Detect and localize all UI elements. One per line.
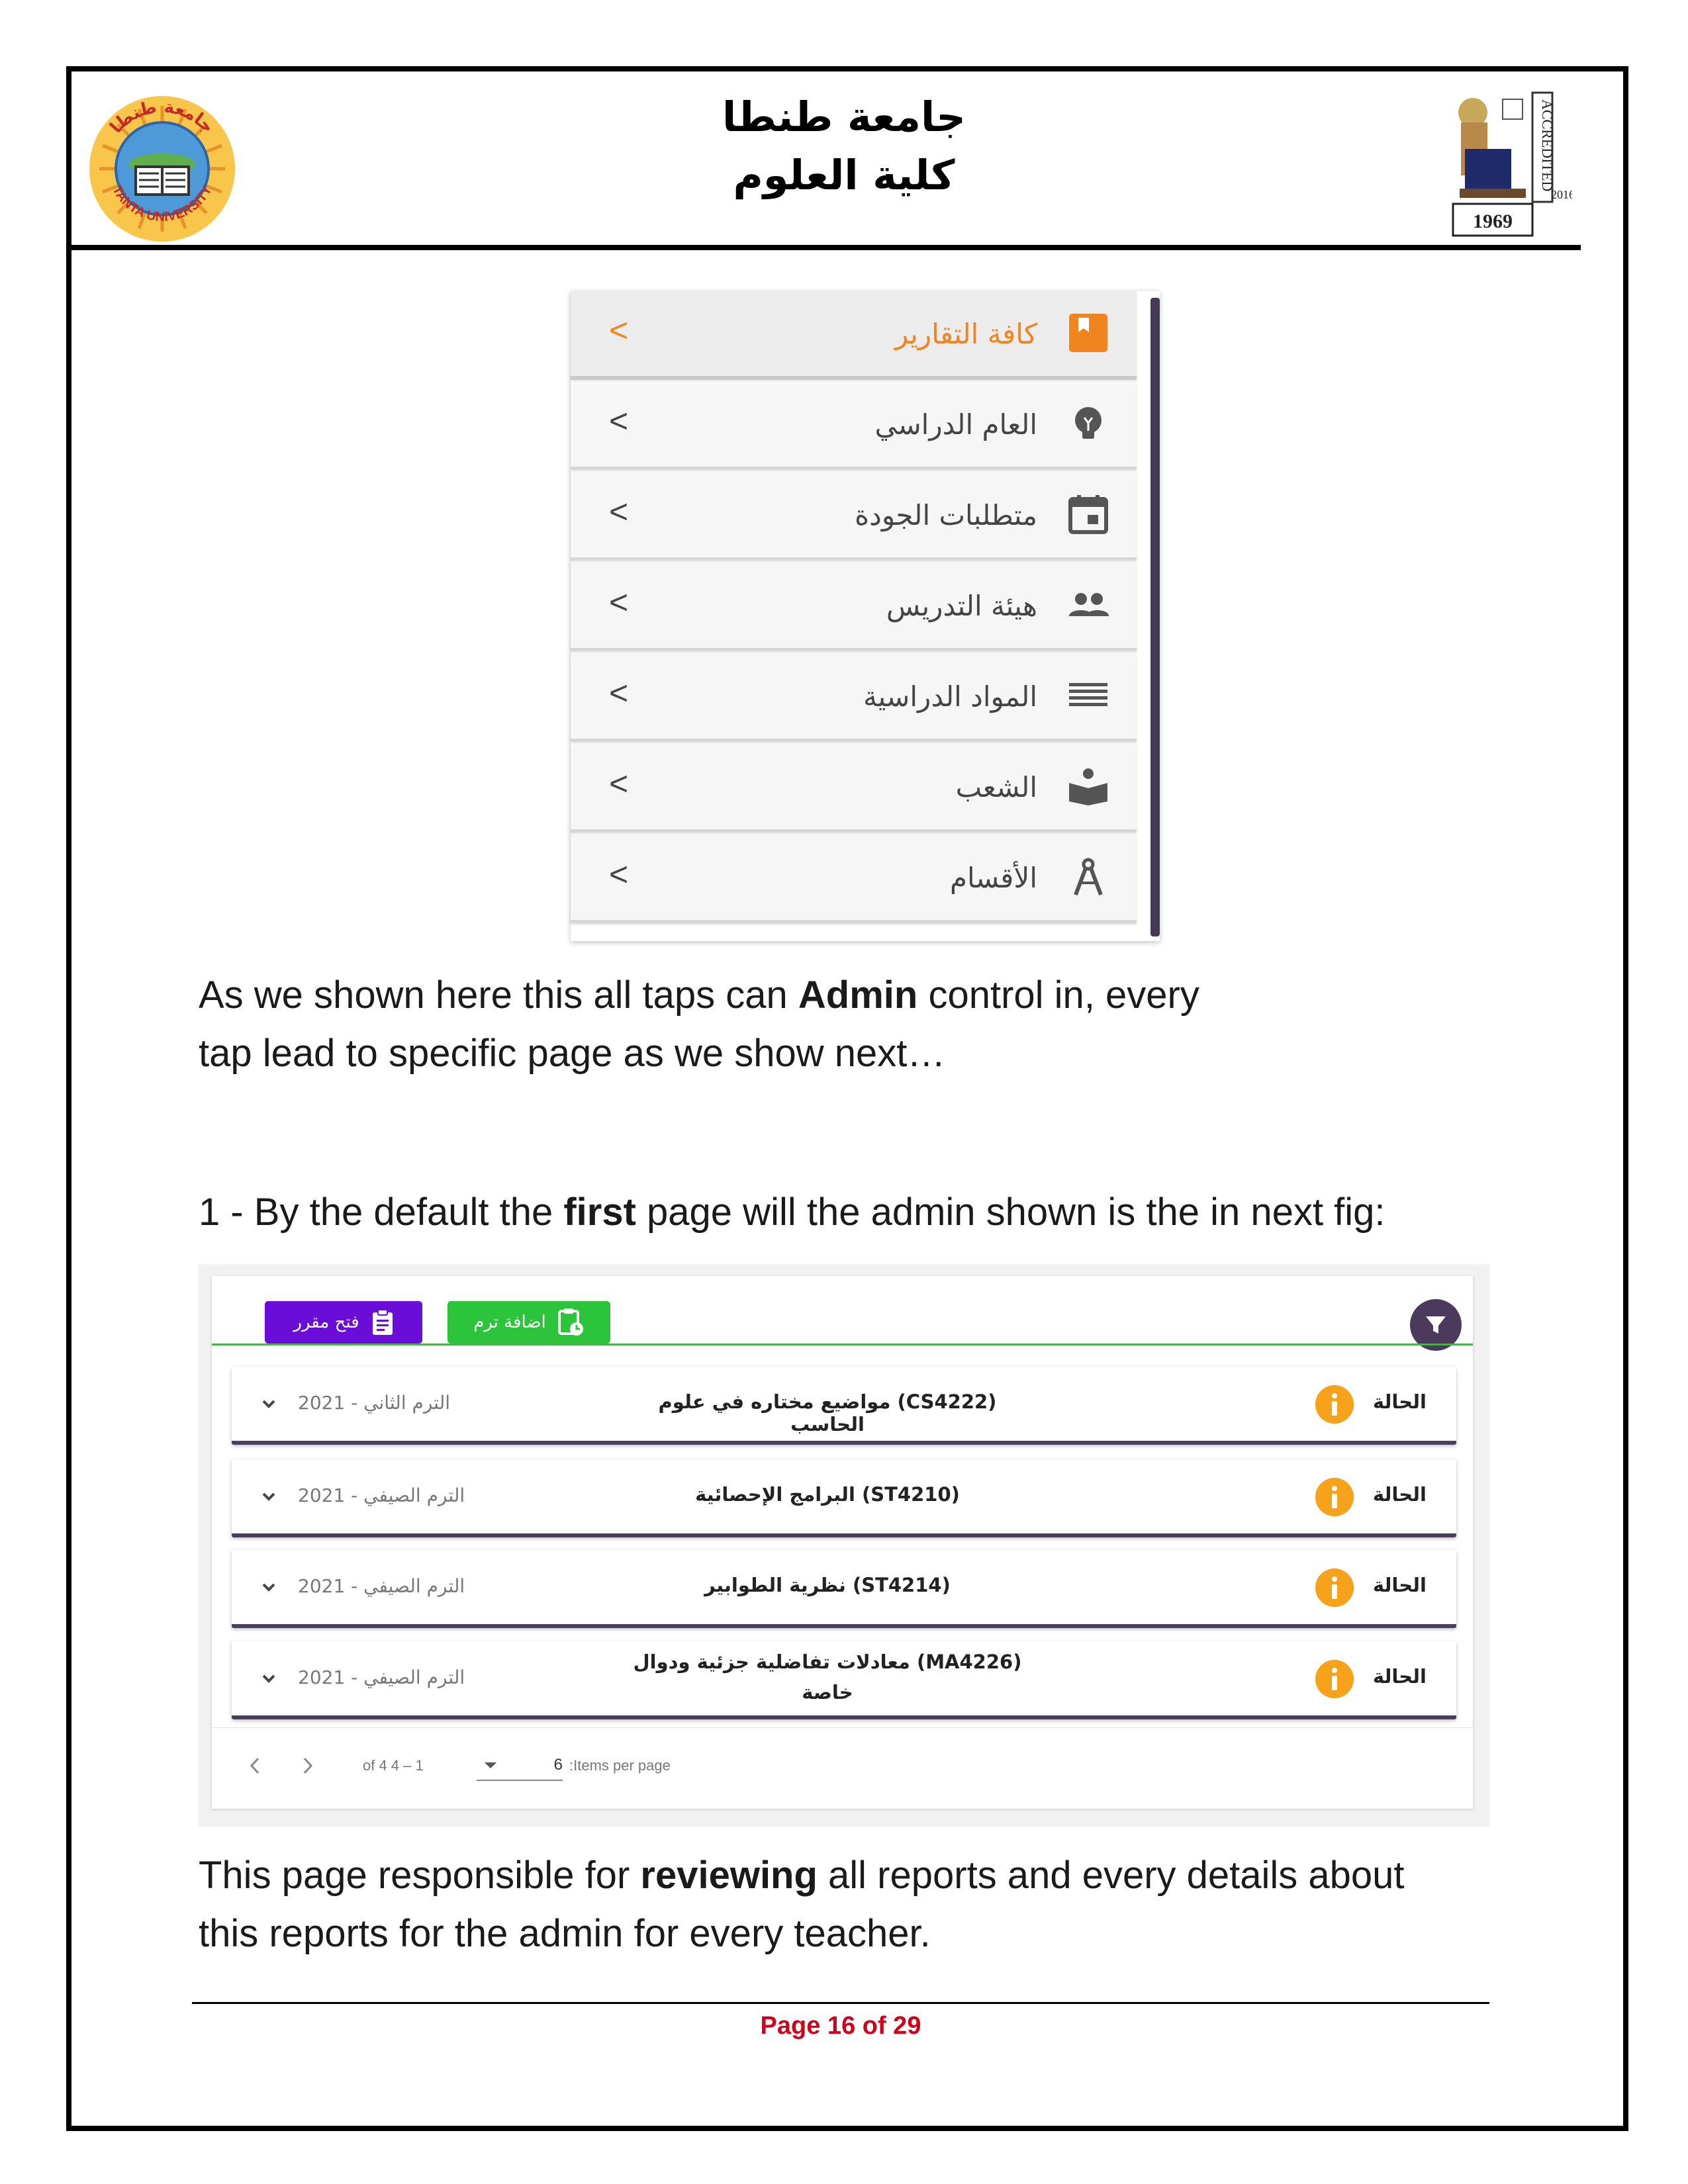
chevron-down-icon[interactable]	[257, 1575, 281, 1599]
term-label: 2021 - الترم الصيفي	[298, 1575, 465, 1597]
menu-item-divisions[interactable]: < الشعب	[571, 745, 1137, 833]
chevron-left-icon: <	[609, 674, 629, 711]
svg-text:2016: 2016	[1551, 188, 1572, 201]
menu-item-label: هيئة التدريس	[886, 590, 1037, 622]
lightbulb-icon	[1075, 407, 1102, 439]
accredited-pharaoh-logo-icon: ACCREDITED 2016 1969	[1452, 91, 1572, 237]
status-label: الحالة	[1372, 1390, 1427, 1413]
status-label: الحالة	[1372, 1483, 1427, 1506]
status-label: الحالة	[1372, 1665, 1427, 1688]
clipboard-icon	[372, 1309, 393, 1335]
info-icon[interactable]	[1315, 1385, 1354, 1424]
menu-item-courses[interactable]: < المواد الدراسية	[571, 654, 1137, 742]
chevron-down-icon[interactable]	[257, 1484, 281, 1508]
report-row[interactable]: الحالة (MA4226) معادلات تفاضلية جزئية ود…	[232, 1641, 1456, 1719]
people-icon	[1069, 593, 1109, 616]
header-divider	[71, 245, 1581, 250]
svg-text:ACCREDITED: ACCREDITED	[1539, 99, 1556, 191]
chevron-left-icon[interactable]	[245, 1754, 265, 1777]
chevron-left-icon: <	[609, 493, 629, 530]
dropdown-arrow-icon	[485, 1762, 496, 1768]
items-per-page-label: :Items per page	[569, 1757, 671, 1774]
open-course-button[interactable]: فتح مقرر	[265, 1301, 422, 1343]
menu-item-label: المواد الدراسية	[863, 680, 1037, 713]
chevron-left-icon: <	[609, 765, 629, 802]
description-paragraph: This page responsible for reviewing all …	[199, 1854, 1405, 1955]
intro-paragraph: As we shown here this all taps can Admin…	[199, 974, 1199, 1075]
clipboard-clock-icon	[557, 1308, 583, 1336]
chevron-down-icon[interactable]	[257, 1392, 281, 1416]
chevron-left-icon: <	[609, 312, 629, 349]
report-row[interactable]: الحالة (ST4214) نظرية الطوابير 2021 - ال…	[232, 1550, 1456, 1628]
admin-nav-menu: < كافة التقارير < العام الدراسي < متطلبا…	[571, 291, 1160, 941]
info-icon[interactable]	[1315, 1569, 1354, 1607]
compass-icon	[1074, 858, 1103, 896]
chevron-left-icon: <	[609, 584, 629, 621]
term-label: 2021 - الترم الثاني	[298, 1392, 451, 1414]
calendar-icon	[1068, 495, 1108, 534]
term-label: 2021 - الترم الصيفي	[298, 1484, 465, 1506]
pager-range: of 4 4 – 1	[363, 1757, 424, 1774]
tanta-university-seal-icon: جامعة طنطا TANTA UNIVERSITY	[89, 96, 235, 242]
menu-item-all-reports[interactable]: < كافة التقارير	[571, 291, 1137, 380]
report-bookmark-icon	[1069, 314, 1107, 352]
paginator: of 4 4 – 1 6 :Items per page	[212, 1727, 1473, 1797]
course-title: (ST4210) البرامج الإحصائية	[695, 1483, 960, 1506]
menu-item-label: الأقسام	[950, 862, 1037, 894]
report-row[interactable]: الحالة (CS4222) مواضيع مختاره في علوم ال…	[232, 1367, 1456, 1445]
info-icon[interactable]	[1315, 1660, 1354, 1698]
term-label: 2021 - الترم الصيفي	[298, 1666, 465, 1688]
page-number: Page 16 of 29	[760, 2012, 921, 2040]
menu-item-label: متطلبات الجودة	[855, 499, 1037, 531]
chevron-right-icon[interactable]	[298, 1754, 318, 1777]
course-title: (ST4214) نظرية الطوابير	[704, 1574, 951, 1596]
items-per-page-select[interactable]: 6	[477, 1752, 563, 1781]
menu-item-faculty-staff[interactable]: < هيئة التدريس	[571, 563, 1137, 651]
faculty-title: كلية العلوم	[733, 151, 955, 199]
chevron-left-icon: <	[609, 402, 629, 439]
menu-accent-bar	[1150, 298, 1160, 936]
info-icon[interactable]	[1315, 1478, 1354, 1516]
add-term-button[interactable]: اضافة ترم	[447, 1301, 610, 1343]
menu-item-label: العام الدراسي	[874, 408, 1037, 441]
svg-text:1969: 1969	[1473, 210, 1513, 232]
menu-item-label: الشعب	[955, 771, 1037, 803]
menu-item-departments[interactable]: < الأقسام	[571, 835, 1137, 923]
chevron-down-icon[interactable]	[257, 1666, 281, 1690]
course-title: (MA4226) معادلات تفاضلية جزئية ودوال خاصة	[633, 1651, 1022, 1704]
course-title: (CS4222) مواضيع مختاره في علوم الحاسب	[658, 1390, 997, 1435]
status-label: الحالة	[1372, 1574, 1427, 1596]
toolbar-divider	[212, 1343, 1473, 1345]
menu-item-quality-requirements[interactable]: < متطلبات الجودة	[571, 473, 1137, 561]
menu-item-academic-year[interactable]: < العام الدراسي	[571, 382, 1137, 470]
reader-icon	[1069, 768, 1107, 805]
university-title: جامعة طنطا	[722, 93, 966, 141]
first-page-caption: 1 - By the default the first page will t…	[199, 1191, 1385, 1234]
list-lines-icon	[1069, 683, 1107, 706]
chevron-left-icon: <	[609, 856, 629, 893]
menu-item-label: كافة التقارير	[894, 318, 1037, 350]
report-row[interactable]: الحالة (ST4210) البرامج الإحصائية 2021 -…	[232, 1459, 1456, 1537]
footer-divider	[192, 2002, 1489, 2004]
reports-list-figure: فتح مقرر اضافة ترم الحالة (CS4222) مواضي…	[199, 1264, 1489, 1827]
